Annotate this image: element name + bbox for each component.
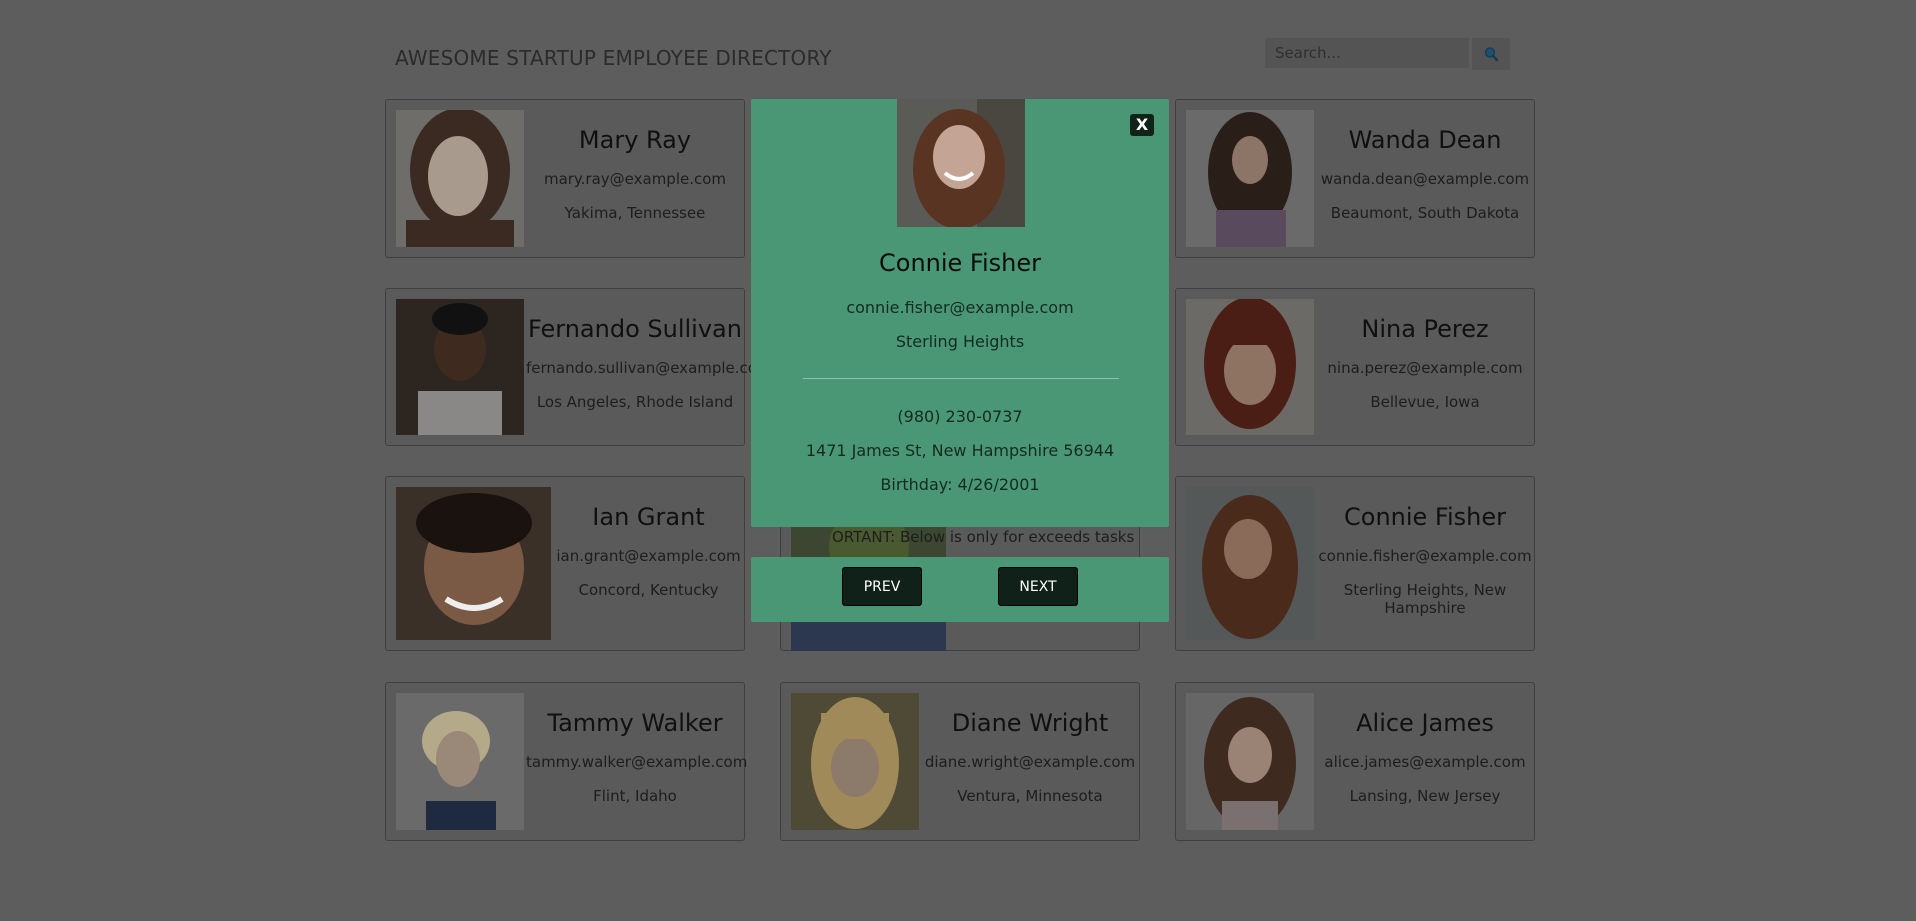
employee-email: tammy.walker@example.com (526, 753, 748, 771)
employee-location: Bellevue, Iowa (1370, 393, 1480, 411)
employee-photo (396, 299, 524, 435)
employee-location: Sterling Heights, New Hampshire (1343, 581, 1507, 617)
employee-location: Beaumont, South Dakota (1330, 204, 1520, 222)
search-icon (1484, 47, 1499, 62)
employee-email: nina.perez@example.com (1327, 359, 1523, 377)
employee-email: connie.fisher@example.com (1318, 547, 1532, 565)
employee-modal: X Connie Fisher connie.fisher@example.co… (751, 99, 1169, 527)
employee-photo (396, 110, 524, 247)
modal-photo (897, 99, 1025, 229)
employee-email: alice.james@example.com (1324, 753, 1526, 771)
employee-card[interactable]: Wanda Dean wanda.dean@example.com Beaumo… (1175, 99, 1535, 258)
employee-photo (396, 487, 551, 640)
employee-photo (1186, 487, 1314, 640)
modal-address: 1471 James St, New Hampshire 56944 (805, 441, 1115, 460)
employee-name: Ian Grant (592, 503, 705, 531)
modal-name: Connie Fisher (879, 249, 1041, 277)
search-button[interactable] (1472, 38, 1510, 70)
next-button[interactable]: NEXT (998, 567, 1078, 606)
employee-photo (396, 693, 524, 830)
modal-nav: PREV NEXT (751, 557, 1169, 622)
employee-name: Diane Wright (951, 709, 1109, 737)
employee-email: diane.wright@example.com (924, 753, 1136, 771)
employee-email: wanda.dean@example.com (1320, 170, 1530, 188)
employee-photo (1186, 693, 1314, 830)
employee-email: ian.grant@example.com (556, 547, 741, 565)
employee-photo (1186, 110, 1314, 247)
employee-name: Connie Fisher (1344, 503, 1506, 531)
employee-photo (791, 693, 919, 830)
employee-location: Flint, Idaho (593, 787, 677, 805)
employee-name: Nina Perez (1361, 315, 1489, 343)
employee-location: Concord, Kentucky (578, 581, 719, 599)
search-input[interactable] (1265, 38, 1469, 68)
employee-name: Tammy Walker (547, 709, 723, 737)
notice-text: ORTANT: Below is only for exceeds tasks (832, 528, 1135, 546)
employee-name: Alice James (1356, 709, 1494, 737)
employee-card[interactable]: Mary Ray mary.ray@example.com Yakima, Te… (385, 99, 745, 258)
employee-card[interactable]: Fernando Sullivan fernando.sullivan@exam… (385, 288, 757, 446)
employee-card[interactable]: Ian Grant ian.grant@example.com Concord,… (385, 476, 745, 651)
employee-card[interactable]: Connie Fisher connie.fisher@example.com … (1175, 476, 1535, 651)
employee-name: Mary Ray (578, 126, 692, 154)
modal-phone: (980) 230-0737 (897, 407, 1023, 426)
employee-location: Los Angeles, Rhode Island (536, 393, 734, 411)
modal-city: Sterling Heights (895, 332, 1025, 351)
page-title: AWESOME STARTUP EMPLOYEE DIRECTORY (395, 46, 832, 70)
employee-location: Yakima, Tennessee (564, 204, 706, 222)
employee-photo (1186, 299, 1314, 435)
employee-card[interactable]: Diane Wright diane.wright@example.com Ve… (780, 682, 1140, 841)
close-button[interactable]: X (1130, 114, 1154, 136)
employee-card[interactable]: Alice James alice.james@example.com Lans… (1175, 682, 1535, 841)
employee-name: Fernando Sullivan (528, 315, 742, 343)
modal-birthday: Birthday: 4/26/2001 (880, 475, 1040, 494)
employee-name: Wanda Dean (1348, 126, 1502, 154)
modal-divider (803, 378, 1119, 379)
employee-email: fernando.sullivan@example.co (526, 359, 757, 377)
employee-location: Lansing, New Jersey (1349, 787, 1501, 805)
employee-card[interactable]: Tammy Walker tammy.walker@example.com Fl… (385, 682, 748, 841)
modal-email: connie.fisher@example.com (846, 298, 1074, 317)
employee-email: mary.ray@example.com (543, 170, 727, 188)
employee-location: Ventura, Minnesota (957, 787, 1103, 805)
prev-button[interactable]: PREV (842, 567, 922, 606)
employee-card[interactable]: Nina Perez nina.perez@example.com Bellev… (1175, 288, 1535, 446)
search-bar (1265, 38, 1510, 70)
